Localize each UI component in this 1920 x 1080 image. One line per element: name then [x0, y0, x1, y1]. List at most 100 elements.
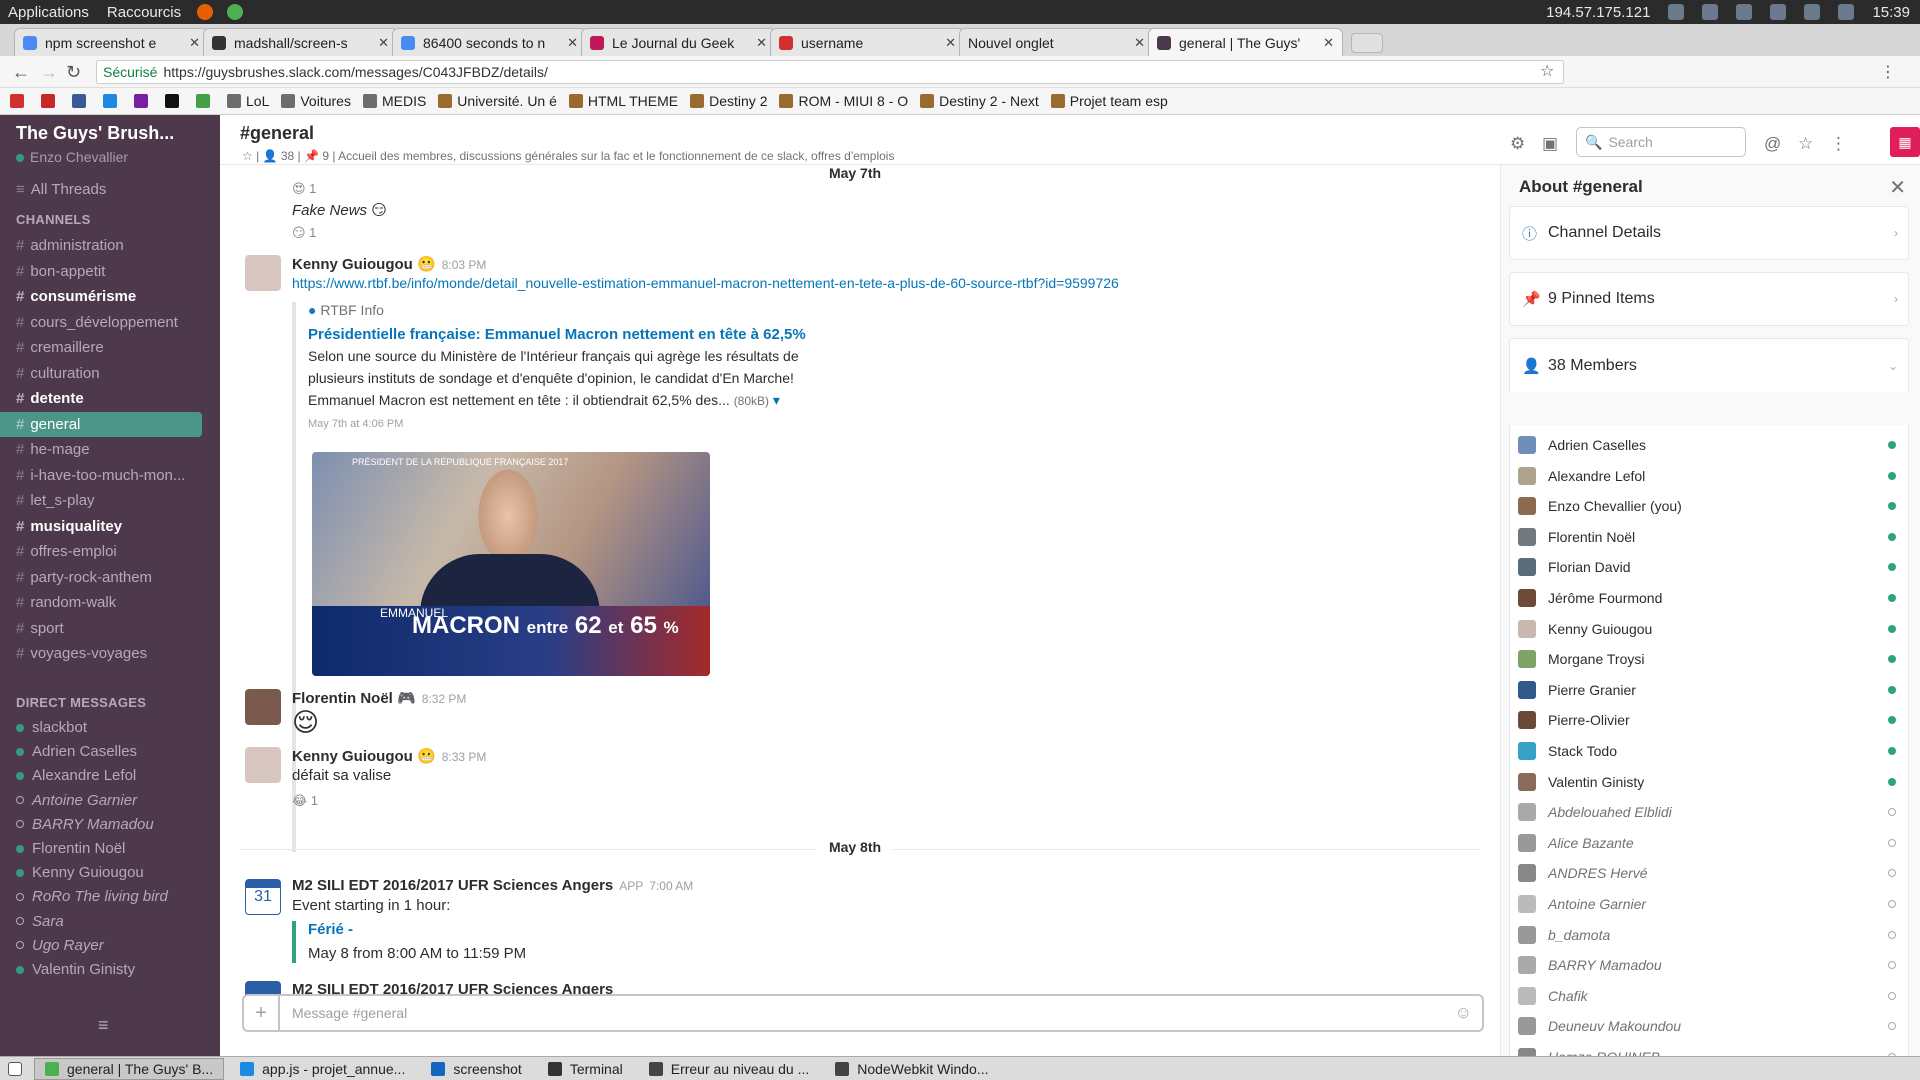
- member-row[interactable]: Stack Todo: [1518, 739, 1906, 763]
- firefox-icon[interactable]: [197, 4, 214, 20]
- shortcuts-menu[interactable]: Raccourcis: [99, 4, 191, 21]
- message-author[interactable]: M2 SILI EDT 2016/2017 UFR Sciences Anger…: [292, 981, 613, 995]
- sidebar-dm[interactable]: Kenny Guiougou: [0, 860, 202, 885]
- taskbar-item[interactable]: Terminal: [538, 1058, 633, 1080]
- filter-icon[interactable]: ≡: [98, 1015, 109, 1036]
- message-time[interactable]: 8:33 PM: [442, 750, 487, 764]
- bookmark-item[interactable]: Université. Un é: [438, 93, 557, 109]
- bookmark-icon[interactable]: [103, 94, 122, 108]
- new-tab-button[interactable]: [1351, 33, 1383, 53]
- browser-tab[interactable]: general | The Guys' ✕: [1148, 28, 1343, 56]
- emoji-icon[interactable]: ☺: [1455, 1003, 1472, 1023]
- sidebar-dm[interactable]: Valentin Ginisty: [0, 957, 202, 982]
- sidebar-channel[interactable]: # party-rock-anthem: [0, 565, 202, 590]
- sidebar-dm[interactable]: RoRo The living bird: [0, 884, 202, 909]
- taskbar-item[interactable]: general | The Guys' B...: [34, 1057, 225, 1080]
- reload-icon[interactable]: ↻: [66, 62, 81, 83]
- sidebar-channel[interactable]: # cours_développement: [0, 310, 202, 335]
- sidebar-channel[interactable]: # voyages-voyages: [0, 641, 202, 666]
- bluetooth-icon[interactable]: [1736, 4, 1753, 20]
- browser-tab[interactable]: Nouvel onglet ✕: [959, 28, 1154, 56]
- display-icon[interactable]: [1702, 4, 1719, 20]
- bookmark-item[interactable]: Voitures: [281, 93, 351, 109]
- member-row[interactable]: Alice Bazante: [1518, 831, 1906, 855]
- avatar[interactable]: [245, 689, 281, 725]
- sidebar-channel[interactable]: # consumérisme: [0, 284, 202, 309]
- bookmark-item[interactable]: LoL: [227, 93, 269, 109]
- message-time[interactable]: 8:03 PM: [442, 258, 487, 272]
- sidebar-dm[interactable]: Alexandre Lefol: [0, 763, 202, 788]
- sidebar-channel[interactable]: # culturation: [0, 361, 202, 386]
- member-row[interactable]: Alexandre Lefol: [1518, 464, 1906, 488]
- sidebar-channel[interactable]: # offres-emploi: [0, 539, 202, 564]
- sidebar-channel[interactable]: # sport: [0, 616, 202, 641]
- member-row[interactable]: Antoine Garnier: [1518, 892, 1906, 916]
- member-row[interactable]: Pierre Granier: [1518, 678, 1906, 702]
- gear-icon[interactable]: ⚙: [1510, 134, 1525, 154]
- pinned-items-section[interactable]: 📌 9 Pinned Items ›: [1509, 272, 1909, 326]
- url-field[interactable]: Sécurisé https://guysbrushes.slack.com/m…: [96, 60, 1564, 84]
- sidebar-dm[interactable]: Florentin Noël: [0, 836, 202, 861]
- reaction-icon[interactable]: 😍 1: [292, 181, 322, 199]
- bookmark-item[interactable]: MEDIS: [362, 93, 426, 109]
- sidebar-channel[interactable]: # let_s-play: [0, 488, 202, 513]
- forward-icon[interactable]: →: [40, 62, 58, 83]
- sidebar-channel[interactable]: # general: [0, 411, 202, 437]
- member-row[interactable]: Adrien Caselles: [1518, 433, 1906, 457]
- more-icon[interactable]: ⋮: [1830, 134, 1847, 154]
- current-user[interactable]: Enzo Chevallier: [16, 149, 128, 165]
- bookmark-icon[interactable]: [72, 94, 91, 108]
- members-section[interactable]: 👤 38 Members ⌄: [1509, 338, 1909, 392]
- bookmark-item[interactable]: HTML THEME: [568, 93, 678, 109]
- sidebar-channel[interactable]: # cremaillere: [0, 335, 202, 360]
- star-icon[interactable]: ☆: [242, 149, 253, 163]
- back-icon[interactable]: ←: [12, 62, 30, 83]
- bookmark-icon[interactable]: [196, 94, 215, 108]
- member-row[interactable]: Florentin Noël: [1518, 525, 1906, 549]
- bookmark-icon[interactable]: [41, 94, 60, 108]
- sidebar-channel[interactable]: # random-walk: [0, 590, 202, 615]
- taskbar-item[interactable]: Erreur au niveau du ...: [639, 1058, 820, 1080]
- sidebar-dm[interactable]: BARRY Mamadou: [0, 812, 202, 837]
- battery-icon[interactable]: [1804, 4, 1821, 20]
- member-row[interactable]: Valentin Ginisty: [1518, 770, 1906, 794]
- reaction-icon[interactable]: 😂 1: [292, 793, 322, 811]
- close-tab-icon[interactable]: ✕: [756, 35, 767, 51]
- sidebar-channel[interactable]: # musiqualitey: [0, 514, 202, 539]
- sidebar-channel[interactable]: # bon-appetit: [0, 259, 202, 284]
- sidebar-channel[interactable]: # detente: [0, 386, 202, 411]
- member-row[interactable]: Kenny Guiougou: [1518, 617, 1906, 641]
- details-panel-icon[interactable]: ▣: [1542, 134, 1558, 154]
- bookmark-item[interactable]: Destiny 2: [690, 93, 767, 109]
- reaction-icon[interactable]: 😏 1: [292, 225, 322, 243]
- close-tab-icon[interactable]: ✕: [189, 35, 200, 51]
- message-author[interactable]: M2 SILI EDT 2016/2017 UFR Sciences Anger…: [292, 877, 693, 894]
- member-row[interactable]: Chafik: [1518, 984, 1906, 1008]
- bookmark-icon[interactable]: [165, 94, 184, 108]
- network-icon[interactable]: [1668, 4, 1685, 20]
- sidebar-dm[interactable]: Sara: [0, 909, 202, 934]
- member-row[interactable]: Enzo Chevallier (you): [1518, 494, 1906, 518]
- close-tab-icon[interactable]: ✕: [1134, 35, 1145, 51]
- calendar-icon[interactable]: 31: [245, 879, 281, 915]
- avatar[interactable]: [245, 747, 281, 783]
- browser-tab[interactable]: Le Journal du Geek ✕: [581, 28, 776, 56]
- sidebar-dm[interactable]: slackbot: [0, 715, 202, 740]
- bookmark-icon[interactable]: [10, 94, 29, 108]
- message-input[interactable]: Message #general: [292, 1005, 407, 1021]
- sidebar-dm[interactable]: Antoine Garnier: [0, 788, 202, 813]
- close-icon[interactable]: ✕: [1889, 175, 1906, 200]
- mentions-icon[interactable]: @: [1764, 134, 1781, 154]
- bookmark-item[interactable]: Destiny 2 - Next: [920, 93, 1039, 109]
- show-desktop-icon[interactable]: [8, 1061, 22, 1076]
- bookmark-icon[interactable]: [134, 94, 153, 108]
- direct-messages-header[interactable]: DIRECT MESSAGES: [16, 695, 146, 710]
- all-threads[interactable]: ≡ All Threads: [0, 177, 202, 202]
- member-row[interactable]: b_damota: [1518, 923, 1906, 947]
- message-author[interactable]: Kenny Guiougou 😬 8:33 PM: [292, 747, 486, 765]
- attachment-image[interactable]: PRÉSIDENT DE LA RÉPUBLIQUE FRANÇAISE 201…: [312, 452, 710, 676]
- channel-title[interactable]: #general: [240, 123, 314, 144]
- member-row[interactable]: Deuneuv Makoundou: [1518, 1014, 1906, 1038]
- browser-tab[interactable]: npm screenshot e ✕: [14, 28, 209, 56]
- calendar-icon[interactable]: [245, 981, 281, 995]
